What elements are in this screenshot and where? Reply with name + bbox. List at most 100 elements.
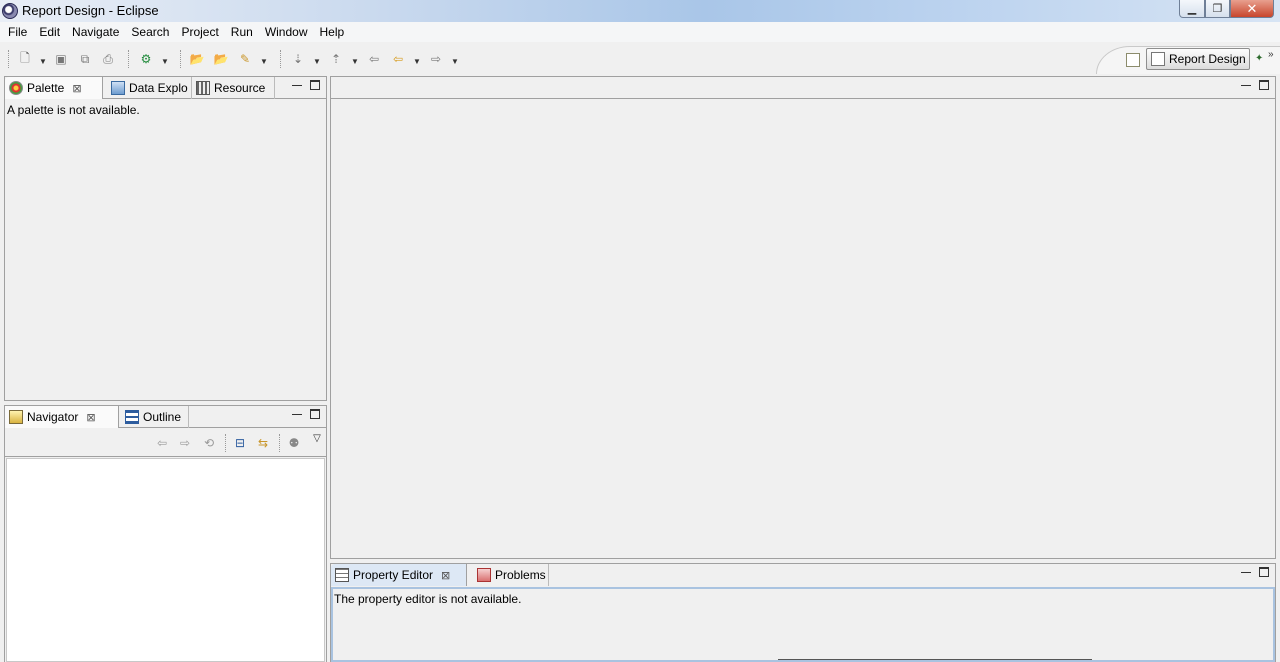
minimize-panel-icon[interactable] (1241, 572, 1251, 573)
tab-problems[interactable]: Problems (473, 564, 549, 586)
data-explorer-icon (111, 81, 125, 95)
forward-icon[interactable]: ⇨ (428, 51, 444, 67)
tab-outline[interactable]: Outline (121, 406, 189, 428)
editor-tab-bar (331, 77, 1275, 99)
toolbar-separator (128, 50, 129, 68)
minimize-icon: ▁ (1187, 3, 1197, 15)
maximize-panel-icon[interactable] (310, 409, 320, 419)
navigator-panel: Navigator ⊠ Outline ⇦ ⇨ ⟲ ⊟ ⇆ ⚉ ▽ (4, 405, 327, 662)
editor-area (330, 76, 1276, 559)
forward-dropdown-button[interactable]: ▼ (451, 53, 459, 69)
run-icon[interactable]: ⚙ (138, 51, 154, 67)
menu-help[interactable]: Help (314, 25, 351, 39)
main-toolbar: 🗋 ▼ ▣ ⧉ ⎙ ⚙ ▼ 📂 📂 ✎ ▼ ⇣ ▼ ⇡ ▼ ⇦ ⇦ ▼ ⇨ ▼ … (0, 42, 1280, 74)
problems-icon (477, 568, 491, 582)
open-perspective-icon[interactable] (1126, 53, 1140, 67)
forward-icon[interactable]: ⇨ (177, 436, 193, 450)
tab-property-editor[interactable]: Property Editor ⊠ (331, 564, 467, 586)
property-editor-icon (335, 568, 349, 582)
menu-search[interactable]: Search (125, 25, 175, 39)
minimize-editor-icon[interactable] (1241, 85, 1251, 86)
tab-palette[interactable]: Palette ⊠ (5, 77, 103, 99)
maximize-editor-icon[interactable] (1259, 80, 1269, 90)
tab-palette-label: Palette (27, 81, 65, 95)
pencil-icon[interactable]: ✎ (237, 51, 253, 67)
menu-window[interactable]: Window (259, 25, 314, 39)
open-file-icon[interactable]: 📂 (213, 51, 229, 67)
report-design-icon (1151, 52, 1165, 66)
next-annotation-dropdown[interactable]: ▼ (313, 53, 321, 69)
collapse-all-icon[interactable]: ⊟ (232, 436, 248, 450)
resource-icon (196, 81, 210, 95)
previous-annotation-dropdown[interactable]: ▼ (351, 53, 359, 69)
maximize-icon: ❐ (1212, 3, 1223, 15)
close-button[interactable]: ✕ (1230, 0, 1274, 18)
window-controls: ▁ ❐ ✕ (1179, 0, 1274, 18)
back-icon[interactable]: ⇦ (390, 51, 406, 67)
title-bar: Report Design - Eclipse ▁ ❐ ✕ (0, 0, 1280, 22)
next-annotation-icon[interactable]: ⇣ (290, 51, 306, 67)
close-icon: ✕ (1246, 0, 1258, 16)
property-editor-panel: Property Editor ⊠ Problems The property … (330, 563, 1276, 662)
palette-message: A palette is not available. (7, 103, 140, 117)
new-icon[interactable]: 🗋 (17, 51, 33, 67)
toolbar-separator (180, 50, 181, 68)
maximize-panel-icon[interactable] (1259, 567, 1269, 577)
menu-file[interactable]: File (2, 25, 33, 39)
property-editor-content: The property editor is not available. (331, 587, 1275, 662)
toolbar-separator (225, 434, 226, 452)
minimize-panel-icon[interactable] (292, 85, 302, 86)
toolbar-separator (280, 50, 281, 68)
back-icon[interactable]: ⇦ (154, 436, 170, 450)
report-design-perspective-button[interactable]: Report Design (1146, 48, 1250, 70)
tab-data-explorer[interactable]: Data Explo (107, 77, 191, 99)
tab-navigator[interactable]: Navigator ⊠ (5, 406, 119, 428)
new-dropdown-button[interactable]: ▼ (39, 53, 47, 69)
minimize-button[interactable]: ▁ (1179, 0, 1205, 18)
save-icon[interactable]: ▣ (53, 51, 69, 67)
open-folder-icon[interactable]: 📂 (189, 51, 205, 67)
menu-run[interactable]: Run (225, 25, 259, 39)
pencil-dropdown-button[interactable]: ▼ (260, 53, 268, 69)
close-tab-icon[interactable]: ⊠ (72, 82, 81, 95)
tab-navigator-label: Navigator (27, 410, 79, 424)
run-dropdown-button[interactable]: ▼ (161, 53, 169, 69)
close-tab-icon[interactable]: ⊠ (86, 411, 95, 424)
maximize-panel-icon[interactable] (310, 80, 320, 90)
perspective-label: Report Design (1169, 52, 1246, 66)
minimize-panel-icon[interactable] (292, 414, 302, 415)
view-menu-icon[interactable]: ▽ (309, 431, 325, 445)
tab-outline-label: Outline (143, 410, 182, 424)
maximize-button[interactable]: ❐ (1205, 0, 1230, 18)
up-icon[interactable]: ⟲ (201, 436, 217, 450)
eclipse-icon (2, 3, 18, 19)
tab-property-editor-label: Property Editor (353, 568, 434, 582)
previous-annotation-icon[interactable]: ⇡ (328, 51, 344, 67)
palette-panel: Palette ⊠ Data Explo Resource A palette … (4, 76, 327, 401)
menu-edit[interactable]: Edit (33, 25, 66, 39)
navigator-tab-bar: Navigator ⊠ Outline (5, 406, 326, 428)
more-perspectives-button[interactable]: » (1268, 49, 1274, 60)
last-edit-icon[interactable]: ⇦ (366, 51, 382, 67)
navigator-toolbar: ⇦ ⇨ ⟲ ⊟ ⇆ ⚉ ▽ (5, 429, 326, 457)
palette-icon (9, 81, 23, 95)
navigator-icon (9, 410, 23, 424)
back-dropdown-button[interactable]: ▼ (413, 53, 421, 69)
close-tab-icon[interactable]: ⊠ (441, 569, 450, 582)
filter-icon[interactable]: ⚉ (286, 436, 302, 450)
toolbar-separator (279, 434, 280, 452)
menu-navigate[interactable]: Navigate (66, 25, 125, 39)
perspective-switcher: Report Design ✦ » (1096, 46, 1280, 74)
toolbar-separator (8, 50, 9, 68)
menu-project[interactable]: Project (175, 25, 224, 39)
link-with-editor-icon[interactable]: ⇆ (255, 436, 271, 450)
navigator-tree[interactable] (6, 458, 325, 662)
save-all-icon[interactable]: ⧉ (77, 51, 93, 67)
debug-perspective-icon[interactable]: ✦ (1255, 53, 1267, 67)
palette-tab-bar: Palette ⊠ Data Explo Resource (5, 77, 326, 99)
print-icon[interactable]: ⎙ (100, 51, 116, 67)
tab-resource[interactable]: Resource (191, 77, 275, 99)
property-tab-bar: Property Editor ⊠ Problems (331, 564, 1275, 586)
window-title: Report Design - Eclipse (22, 3, 159, 18)
property-editor-message: The property editor is not available. (334, 592, 522, 606)
